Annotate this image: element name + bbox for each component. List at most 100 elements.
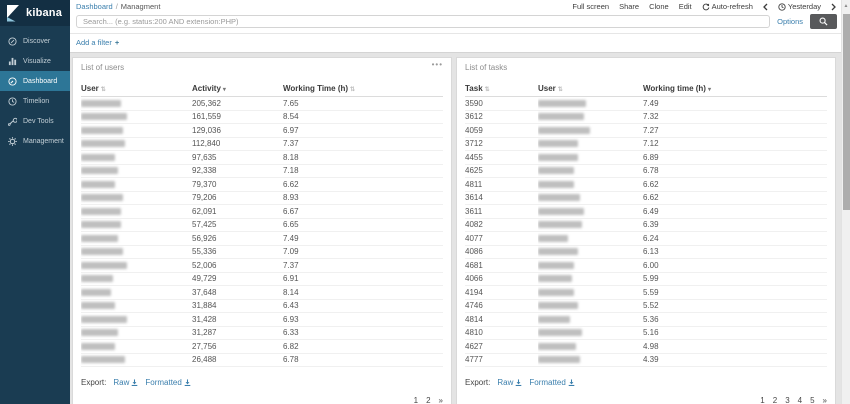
page-button-5[interactable]: 5 xyxy=(810,396,814,404)
redacted-text xyxy=(81,167,118,174)
next-page-button[interactable]: » xyxy=(439,396,443,404)
redacted-cell xyxy=(81,191,192,205)
page-button-2[interactable]: 2 xyxy=(773,396,777,404)
redacted-text xyxy=(538,194,580,201)
redacted-text xyxy=(81,235,118,242)
breadcrumb-dashboard-link[interactable]: Dashboard xyxy=(76,2,113,11)
redacted-cell xyxy=(538,137,643,151)
sidebar-item-discover[interactable]: Discover xyxy=(0,31,70,51)
scrollbar-thumb[interactable] xyxy=(843,14,850,210)
column-header-task[interactable]: Task⇅ xyxy=(465,82,538,97)
panel-options-icon[interactable]: ••• xyxy=(432,62,443,68)
sidebar-item-label: Visualize xyxy=(23,58,51,65)
column-header-working-time[interactable]: Working time (h)▾ xyxy=(643,82,827,97)
table-cell: 4810 xyxy=(465,326,538,340)
table-row: 27,7566.82 xyxy=(81,340,443,354)
table-cell: 8.14 xyxy=(283,286,443,300)
sidebar-item-dev-tools[interactable]: Dev Tools xyxy=(0,111,70,131)
export-raw-link[interactable]: Raw xyxy=(113,378,138,387)
redacted-cell xyxy=(81,326,192,340)
table-cell: 62,091 xyxy=(192,205,283,219)
compass-icon xyxy=(8,37,17,46)
table-row: 79,3706.62 xyxy=(81,178,443,192)
auto-refresh-button[interactable]: Auto-refresh xyxy=(702,2,753,11)
redacted-cell xyxy=(81,286,192,300)
table-cell: 3712 xyxy=(465,137,538,151)
table-row: 129,0366.97 xyxy=(81,124,443,138)
search-input[interactable] xyxy=(76,15,770,28)
redacted-cell xyxy=(538,124,643,138)
column-header-user[interactable]: User⇅ xyxy=(538,82,643,97)
search-button[interactable] xyxy=(810,14,837,29)
chevron-right-icon[interactable] xyxy=(831,3,836,11)
full-screen-button[interactable]: Full screen xyxy=(572,2,609,11)
time-picker-button[interactable]: Yesterday xyxy=(778,2,821,11)
redacted-text xyxy=(538,140,578,147)
table-cell: 4.98 xyxy=(643,340,827,354)
redacted-cell xyxy=(81,151,192,165)
page-button-3[interactable]: 3 xyxy=(785,396,789,404)
table-cell: 7.12 xyxy=(643,137,827,151)
add-filter-button[interactable]: Add a filter + xyxy=(76,38,119,47)
column-header-user[interactable]: User⇅ xyxy=(81,82,192,97)
redacted-text xyxy=(538,127,590,134)
table-row: 46816.00 xyxy=(465,259,827,273)
redacted-text xyxy=(81,316,127,323)
redacted-text xyxy=(81,100,121,107)
redacted-text xyxy=(81,113,127,120)
redacted-cell xyxy=(81,178,192,192)
filter-bar: Add a filter + xyxy=(70,33,850,53)
page-button-1[interactable]: 1 xyxy=(414,396,418,404)
page-button-2[interactable]: 2 xyxy=(426,396,430,404)
redacted-cell xyxy=(81,124,192,138)
table-cell: 4086 xyxy=(465,245,538,259)
redacted-text xyxy=(538,181,574,188)
page-button-1[interactable]: 1 xyxy=(760,396,764,404)
panel-title: List of users xyxy=(81,63,443,72)
export-raw-link[interactable]: Raw xyxy=(497,378,522,387)
export-formatted-link[interactable]: Formatted xyxy=(529,378,574,387)
column-header-activity[interactable]: Activity▾ xyxy=(192,82,283,97)
next-page-button[interactable]: » xyxy=(823,396,827,404)
table-row: 205,3627.65 xyxy=(81,97,443,111)
export-row: Export: Raw Formatted xyxy=(465,378,827,387)
redacted-text xyxy=(538,289,574,296)
sort-icon: ⇅ xyxy=(350,87,355,93)
kibana-logo[interactable]: kibana xyxy=(0,0,70,26)
sidebar-item-dashboard[interactable]: Dashboard xyxy=(0,71,70,91)
download-icon xyxy=(568,379,575,386)
table-cell: 8.93 xyxy=(283,191,443,205)
sidebar-item-visualize[interactable]: Visualize xyxy=(0,51,70,71)
clock-icon xyxy=(778,3,786,11)
table-cell: 5.16 xyxy=(643,326,827,340)
share-button[interactable]: Share xyxy=(619,2,639,11)
sidebar-item-management[interactable]: Management xyxy=(0,131,70,151)
redacted-cell xyxy=(538,164,643,178)
redacted-cell xyxy=(538,340,643,354)
edit-button[interactable]: Edit xyxy=(679,2,692,11)
table-cell: 56,926 xyxy=(192,232,283,246)
chevron-left-icon[interactable] xyxy=(763,3,768,11)
download-icon xyxy=(515,379,522,386)
kibana-logo-icon xyxy=(6,5,21,22)
table-cell: 7.37 xyxy=(283,259,443,273)
options-link[interactable]: Options xyxy=(777,17,803,26)
page-scrollbar[interactable]: ▲ xyxy=(841,0,850,404)
redacted-cell xyxy=(81,299,192,313)
column-header-working-time[interactable]: Working Time (h)⇅ xyxy=(283,82,443,97)
table-cell: 52,006 xyxy=(192,259,283,273)
table-row: 37,6488.14 xyxy=(81,286,443,300)
export-formatted-link[interactable]: Formatted xyxy=(145,378,190,387)
redacted-text xyxy=(81,154,115,161)
table-cell: 6.49 xyxy=(643,205,827,219)
page-button-4[interactable]: 4 xyxy=(798,396,802,404)
table-cell: 4066 xyxy=(465,272,538,286)
table-row: 31,4286.93 xyxy=(81,313,443,327)
redacted-cell xyxy=(538,205,643,219)
redacted-text xyxy=(538,262,574,269)
sidebar-item-timelion[interactable]: Timelion xyxy=(0,91,70,111)
clone-button[interactable]: Clone xyxy=(649,2,669,11)
scroll-up-icon[interactable]: ▲ xyxy=(842,0,850,9)
plus-icon: + xyxy=(115,38,119,47)
redacted-cell xyxy=(538,151,643,165)
